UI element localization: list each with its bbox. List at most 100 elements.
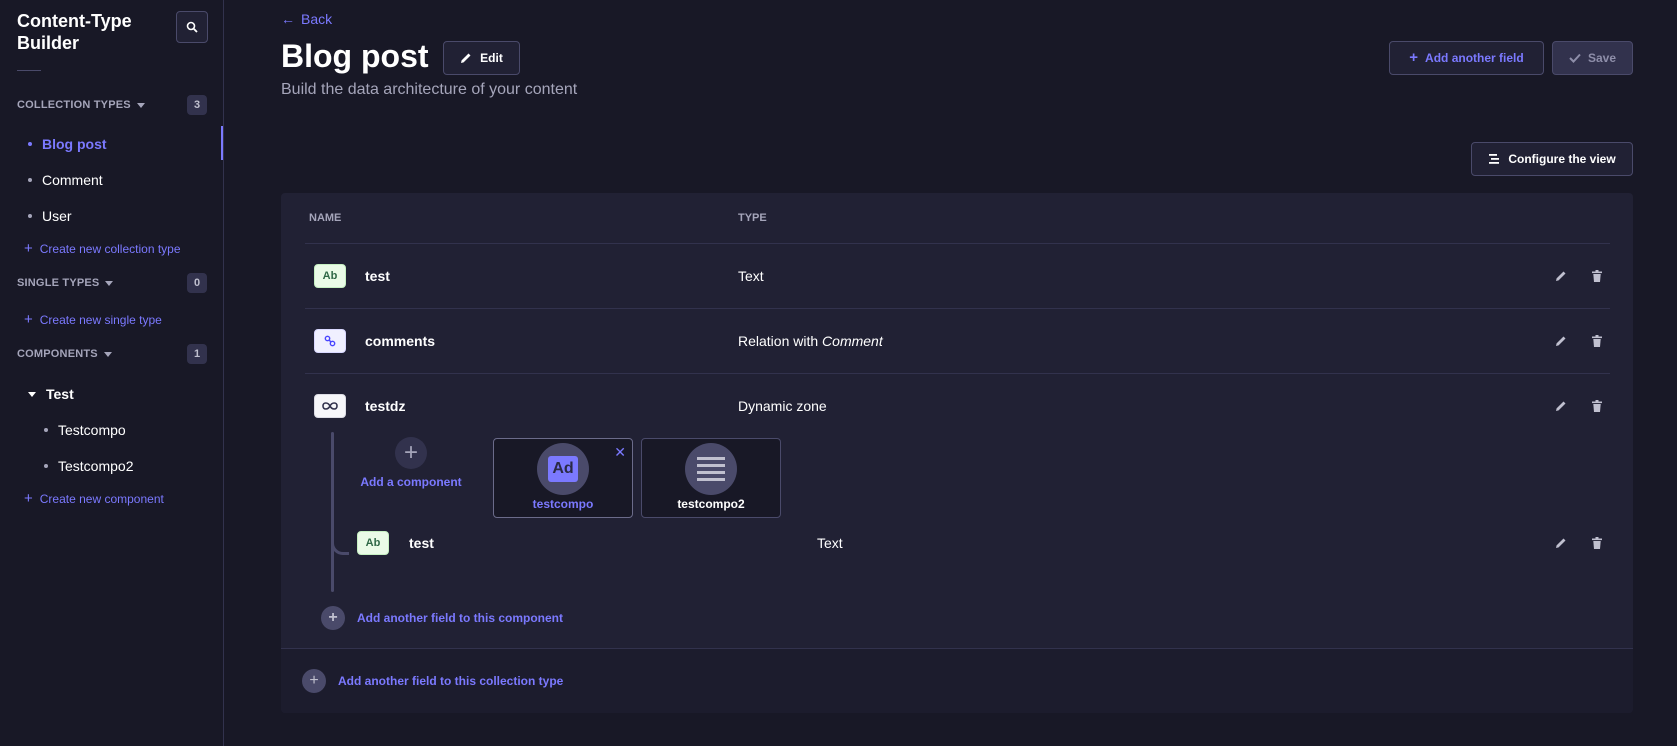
field-name: test: [365, 268, 390, 284]
link-label: Create new collection type: [39, 242, 181, 256]
bullet-icon: [44, 464, 48, 468]
dynamic-zone-field-icon: [314, 394, 346, 418]
component-label: testcompo2: [677, 497, 745, 511]
column-header-name: NAME: [309, 212, 342, 224]
edit-field-button[interactable]: [1551, 331, 1571, 351]
bullet-icon: [28, 178, 32, 182]
link-label: Create new component: [39, 492, 164, 506]
back-link[interactable]: ← Back: [281, 11, 332, 27]
count-badge: 0: [187, 273, 207, 293]
table-row[interactable]: testdz Dynamic zone: [305, 374, 1610, 438]
relation-target: Comment: [822, 333, 883, 349]
delete-field-button[interactable]: [1587, 533, 1607, 553]
link-icon: [324, 335, 336, 347]
pencil-icon: [461, 53, 471, 63]
edit-field-button[interactable]: [1551, 266, 1571, 286]
plus-icon: +: [321, 606, 345, 630]
list-icon: [697, 457, 725, 481]
field-name: comments: [365, 333, 436, 349]
pencil-icon: [1556, 401, 1566, 411]
pencil-icon: [1556, 336, 1566, 346]
page-subtitle: Build the data architecture of your cont…: [281, 81, 578, 98]
field-name: testdz: [365, 398, 406, 414]
edit-field-button[interactable]: [1551, 533, 1571, 553]
caret-down-icon: [103, 351, 112, 357]
sidebar-item-blog-post[interactable]: Blog post: [28, 134, 107, 154]
add-component-button[interactable]: + Add a component: [351, 437, 471, 497]
plus-icon: +: [1409, 49, 1419, 66]
button-label: Save: [1587, 51, 1617, 65]
sidebar-item-comment[interactable]: Comment: [28, 170, 103, 190]
search-icon: [186, 21, 198, 33]
field-type: Relation with Comment: [738, 333, 883, 349]
create-collection-type-link[interactable]: + Create new collection type: [24, 241, 181, 256]
sidebar: Content-Type Builder COLLECTION TYPES 3 …: [0, 0, 224, 746]
create-component-link[interactable]: + Create new component: [24, 490, 164, 507]
page-title: Blog post: [281, 38, 429, 74]
component-card-testcompo[interactable]: ✕ Ad testcompo: [493, 438, 633, 518]
list-settings-icon: [1489, 154, 1500, 164]
field-type: Text: [817, 535, 843, 551]
relation-prefix: Relation with: [738, 333, 819, 349]
sidebar-item-testcompo[interactable]: Testcompo: [44, 420, 126, 440]
trash-icon: [1592, 270, 1602, 282]
sidebar-title: Content-Type Builder: [17, 11, 132, 53]
plus-icon: +: [302, 669, 326, 693]
add-field-to-collection-button[interactable]: + Add another field to this collection t…: [281, 648, 1633, 713]
field-type: Dynamic zone: [738, 398, 827, 414]
count-badge: 1: [187, 344, 207, 364]
back-label: Back: [301, 11, 333, 27]
table-row[interactable]: Ab test Text: [305, 244, 1610, 308]
sidebar-divider: [17, 70, 41, 71]
add-field-to-component-button[interactable]: + Add another field to this component: [321, 606, 563, 630]
search-button[interactable]: [176, 11, 208, 43]
button-label: Add another field to this collection typ…: [338, 674, 564, 688]
save-button[interactable]: Save: [1552, 41, 1633, 75]
close-icon[interactable]: ✕: [614, 445, 626, 459]
bullet-icon: [28, 214, 32, 218]
sidebar-item-user[interactable]: User: [28, 206, 72, 226]
sidebar-item-label: Blog post: [42, 136, 107, 152]
trash-icon: [1592, 537, 1602, 549]
component-field-row[interactable]: Ab test Text: [305, 521, 1610, 565]
delete-field-button[interactable]: [1587, 331, 1607, 351]
column-header-type: TYPE: [738, 212, 767, 224]
relation-field-icon: [314, 329, 346, 353]
table-row[interactable]: comments Relation with Comment: [305, 309, 1610, 373]
delete-field-button[interactable]: [1587, 266, 1607, 286]
bullet-icon: [44, 428, 48, 432]
edit-button[interactable]: Edit: [443, 41, 520, 75]
trash-icon: [1592, 335, 1602, 347]
caret-down-icon: [105, 280, 114, 286]
ad-icon: Ad: [548, 456, 578, 482]
button-label: Add another field to this component: [357, 611, 563, 625]
pencil-icon: [1556, 271, 1566, 281]
plus-icon: +: [24, 311, 33, 328]
sidebar-category-test[interactable]: Test: [28, 384, 74, 404]
active-indicator: [221, 126, 223, 160]
sidebar-item-testcompo2[interactable]: Testcompo2: [44, 456, 133, 476]
infinity-icon: [322, 402, 338, 410]
add-component-label: Add a component: [360, 475, 462, 489]
text-field-icon: Ab: [357, 531, 389, 555]
check-icon: [1569, 53, 1581, 63]
sidebar-item-label: Testcompo: [58, 422, 126, 438]
edit-field-button[interactable]: [1551, 396, 1571, 416]
arrow-left-icon: ←: [281, 11, 295, 27]
dynamic-zone-tree-line: [331, 432, 334, 592]
sidebar-item-label: Testcompo2: [58, 458, 134, 474]
section-label: COMPONENTS: [17, 348, 98, 360]
caret-down-icon: [136, 102, 145, 108]
add-another-field-button[interactable]: + Add another field: [1389, 41, 1544, 75]
text-field-icon: Ab: [314, 264, 346, 288]
section-components[interactable]: COMPONENTS 1: [17, 343, 207, 365]
component-card-testcompo2[interactable]: testcompo2: [641, 438, 781, 518]
plus-icon: +: [24, 490, 33, 507]
component-label: testcompo: [532, 497, 594, 511]
create-single-type-link[interactable]: + Create new single type: [24, 311, 162, 328]
configure-view-button[interactable]: Configure the view: [1471, 142, 1633, 176]
field-type: Text: [738, 268, 764, 284]
section-single-types[interactable]: SINGLE TYPES 0: [17, 272, 207, 294]
delete-field-button[interactable]: [1587, 396, 1607, 416]
section-collection-types[interactable]: COLLECTION TYPES 3: [17, 94, 207, 116]
